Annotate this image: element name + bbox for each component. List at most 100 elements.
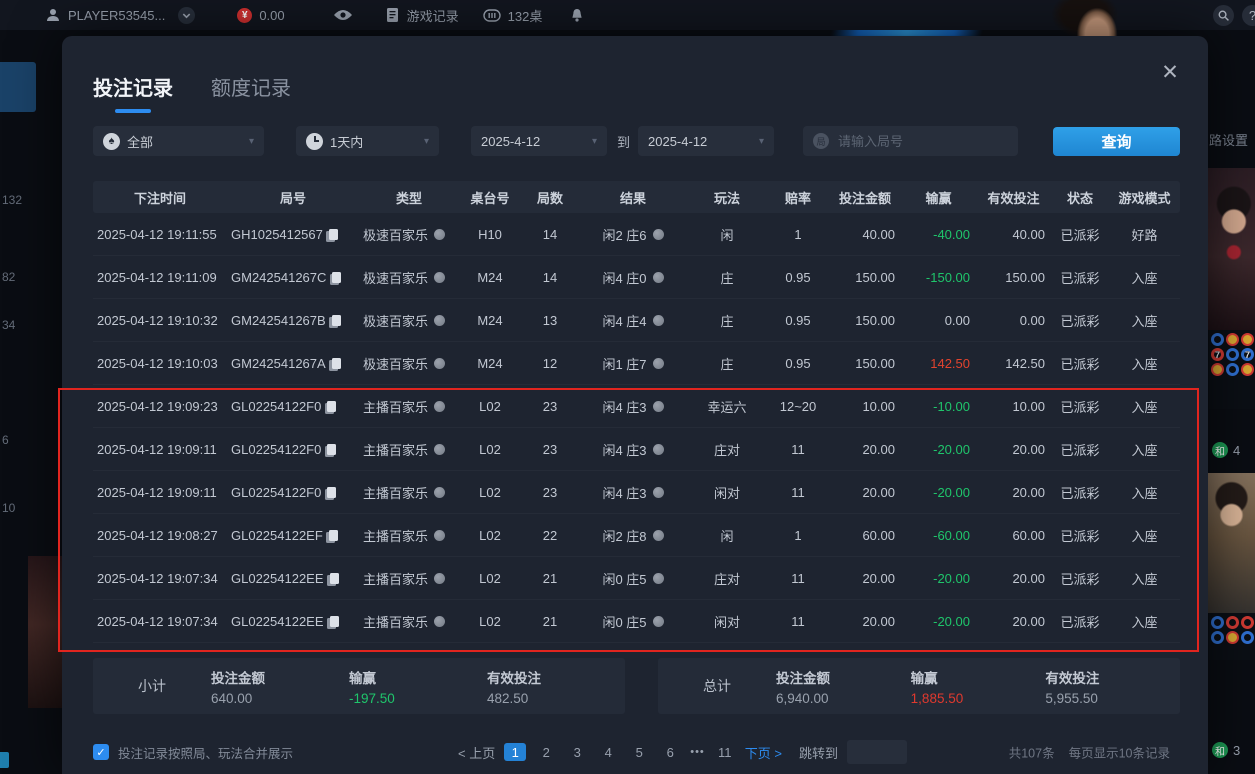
cell-odds: 1 xyxy=(767,227,829,242)
game-number-input[interactable] xyxy=(836,133,1008,150)
cell-odds: 12~20 xyxy=(767,399,829,414)
copy-icon[interactable] xyxy=(327,444,336,455)
tables-button[interactable]: 132桌 xyxy=(483,6,543,25)
info-dot-icon xyxy=(653,616,664,627)
cell-odds: 11 xyxy=(767,485,829,500)
dealer-video-thumbnail[interactable] xyxy=(1208,168,1255,330)
search-icon[interactable] xyxy=(1213,5,1234,26)
page-button-2[interactable]: 2 xyxy=(535,743,557,761)
cell-bet-amount: 60.00 xyxy=(829,528,901,543)
cell-status: 已派彩 xyxy=(1051,268,1109,287)
table-row[interactable]: 2025-04-12 19:08:27GL02254122EF主播百家乐L022… xyxy=(93,514,1180,557)
tab-bet-records[interactable]: 投注记录 xyxy=(93,72,173,113)
road-settings-label[interactable]: 路设置 xyxy=(1209,130,1248,149)
date-from-select[interactable]: 2025-4-12 xyxy=(471,126,607,156)
table-row[interactable]: 2025-04-12 19:10:32GM242541267B极速百家乐M241… xyxy=(93,299,1180,342)
cell-valid-bet: 20.00 xyxy=(976,485,1051,500)
merge-checkbox[interactable] xyxy=(93,744,109,760)
dealer-video-thumbnail[interactable] xyxy=(1208,473,1255,613)
info-dot-icon xyxy=(434,573,445,584)
sidebar-count: 10 xyxy=(2,501,15,515)
category-value: 全部 xyxy=(127,132,153,151)
info-dot-icon xyxy=(434,487,445,498)
cell-play-type: 庄对 xyxy=(687,569,767,588)
cell-result: 闲2 庄8 xyxy=(579,526,687,545)
copy-icon[interactable] xyxy=(332,358,341,369)
copy-icon[interactable] xyxy=(332,272,341,283)
copy-icon[interactable] xyxy=(330,616,339,627)
cell-game-mode: 入座 xyxy=(1109,397,1180,416)
table-row[interactable]: 2025-04-12 19:09:11GL02254122F0主播百家乐L022… xyxy=(93,428,1180,471)
table-row[interactable]: 2025-04-12 19:09:11GL02254122F0主播百家乐L022… xyxy=(93,471,1180,514)
page-button-last[interactable]: 11 xyxy=(714,743,736,761)
page-button-5[interactable]: 5 xyxy=(628,743,650,761)
copy-icon[interactable] xyxy=(327,487,336,498)
cell-round-count: 21 xyxy=(521,614,579,629)
eye-icon[interactable] xyxy=(333,9,353,21)
cell-win-loss: 0.00 xyxy=(901,313,976,328)
page-button-6[interactable]: 6 xyxy=(659,743,681,761)
table-row[interactable]: 2025-04-12 19:09:23GL02254122F0主播百家乐L022… xyxy=(93,385,1180,428)
close-icon[interactable] xyxy=(1158,60,1182,84)
roadmap-dot: 7 xyxy=(1211,348,1224,361)
help-icon[interactable] xyxy=(1242,5,1255,26)
cell-result: 闲0 庄5 xyxy=(579,612,687,631)
cell-table-number: L02 xyxy=(459,399,521,414)
copy-icon[interactable] xyxy=(329,229,338,240)
cell-table-number: M24 xyxy=(459,270,521,285)
query-button[interactable]: 查询 xyxy=(1053,127,1180,156)
spade-icon xyxy=(103,133,120,150)
date-to-select[interactable]: 2025-4-12 xyxy=(638,126,774,156)
cell-result: 闲1 庄7 xyxy=(579,354,687,373)
page-button-4[interactable]: 4 xyxy=(597,743,619,761)
pagination-pages: 123456 xyxy=(504,743,681,761)
total-label: 总计 xyxy=(658,676,776,696)
balance-display[interactable]: 0.00 xyxy=(237,8,284,23)
cell-play-type: 闲对 xyxy=(687,612,767,631)
time-range-select[interactable]: 1天内 xyxy=(296,126,439,156)
clock-icon xyxy=(306,133,323,150)
roadmap-dot xyxy=(1241,631,1254,644)
cell-result: 闲4 庄4 xyxy=(579,311,687,330)
copy-icon[interactable] xyxy=(327,401,336,412)
table-row[interactable]: 2025-04-12 19:07:34GL02254122EE主播百家乐L022… xyxy=(93,557,1180,600)
total-groups: 投注金额6,940.00输赢1,885.50有效投注5,955.50 xyxy=(776,667,1180,706)
cell-bet-amount: 10.00 xyxy=(829,399,901,414)
copy-icon[interactable] xyxy=(330,573,339,584)
cell-result: 闲4 庄0 xyxy=(579,268,687,287)
info-dot-icon xyxy=(653,487,664,498)
table-row[interactable]: 2025-04-12 19:07:34GL02254122EE主播百家乐L022… xyxy=(93,600,1180,643)
table-row[interactable]: 2025-04-12 19:11:09GM242541267C极速百家乐M241… xyxy=(93,256,1180,299)
category-select[interactable]: 全部 xyxy=(93,126,264,156)
prev-page-button[interactable]: < 上页 xyxy=(458,743,495,762)
cell-result: 闲0 庄5 xyxy=(579,569,687,588)
user-menu[interactable]: PLAYER53545... xyxy=(45,7,195,24)
roadmap-2 xyxy=(1209,613,1255,660)
copy-icon[interactable] xyxy=(329,530,338,541)
cell-bet-time: 2025-04-12 19:08:27 xyxy=(93,528,227,543)
info-dot-icon xyxy=(653,272,664,283)
page-button-3[interactable]: 3 xyxy=(566,743,588,761)
cell-odds: 1 xyxy=(767,528,829,543)
copy-icon[interactable] xyxy=(332,315,341,326)
pagination-ellipsis[interactable]: ••• xyxy=(690,746,705,758)
game-record-button[interactable]: 游戏记录 xyxy=(385,6,459,25)
cell-status: 已派彩 xyxy=(1051,354,1109,373)
chevron-down-icon[interactable] xyxy=(178,7,195,24)
cell-bet-time: 2025-04-12 19:11:09 xyxy=(93,270,227,285)
bell-icon[interactable] xyxy=(570,8,584,23)
cell-bet-time: 2025-04-12 19:09:23 xyxy=(93,399,227,414)
info-dot-icon xyxy=(434,401,445,412)
table-row[interactable]: 2025-04-12 19:10:03GM242541267A极速百家乐M241… xyxy=(93,342,1180,385)
table-row[interactable]: 2025-04-12 19:11:55GH1025412567极速百家乐H101… xyxy=(93,213,1180,256)
tab-quota-records[interactable]: 额度记录 xyxy=(211,72,291,113)
page-button-1[interactable]: 1 xyxy=(504,743,526,761)
cell-valid-bet: 10.00 xyxy=(976,399,1051,414)
col-header-bet-amount: 投注金额 xyxy=(829,188,901,207)
sidebar-active-item[interactable] xyxy=(0,62,36,112)
jump-page-input[interactable] xyxy=(847,740,907,764)
total-box: 总计 投注金额6,940.00输赢1,885.50有效投注5,955.50 xyxy=(658,658,1180,714)
next-page-button[interactable]: 下页 > xyxy=(745,743,782,762)
info-dot-icon xyxy=(653,444,664,455)
cell-win-loss: -150.00 xyxy=(901,270,976,285)
